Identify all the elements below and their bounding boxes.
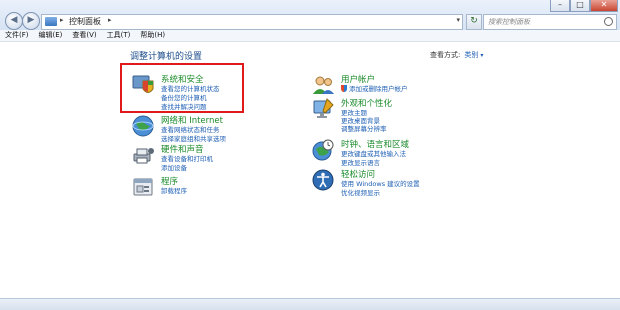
forward-button[interactable]: ▶ <box>22 12 40 30</box>
view-by: 查看方式: 类别 ▾ <box>430 50 483 60</box>
menu-tools[interactable]: 工具(T) <box>102 30 136 41</box>
menu-file[interactable]: 文件(F) <box>0 30 34 41</box>
network-internet-icon <box>132 115 154 137</box>
control-panel-icon <box>45 17 57 26</box>
search-icon[interactable] <box>604 17 613 26</box>
uac-shield-icon <box>341 85 347 92</box>
hardware-sound-icon <box>133 148 154 164</box>
search-placeholder: 搜索控制面板 <box>488 18 530 26</box>
view-by-caret-icon[interactable]: ▾ <box>480 52 483 59</box>
category-programs: 程序 卸载程序 <box>131 175 291 199</box>
link-adjust-resolution[interactable]: 调整屏幕分辨率 <box>341 123 387 133</box>
menu-help[interactable]: 帮助(H) <box>135 30 170 41</box>
main-content: 调整计算机的设置 查看方式: 类别 ▾ 系统和安全 查看您的计算机状态 备份您的计算… <box>0 42 620 298</box>
breadcrumb-separator[interactable]: ▸ <box>60 16 64 24</box>
maximize-button[interactable]: □ <box>570 0 590 12</box>
minimize-button[interactable]: – <box>550 0 570 12</box>
menu-edit[interactable]: 编辑(E) <box>34 30 68 41</box>
view-by-label: 查看方式: <box>430 51 461 59</box>
menu-bar: 文件(F) 编辑(E) 查看(V) 工具(T) 帮助(H) <box>0 30 620 42</box>
address-dropdown-icon[interactable]: ▾ <box>456 16 460 24</box>
window-controls: – □ ✕ <box>550 0 618 12</box>
address-bar[interactable]: ▸ 控制面板 ▸ ▾ <box>41 14 463 30</box>
link-uninstall-program[interactable]: 卸载程序 <box>161 185 187 195</box>
highlight-annotation-box <box>120 63 244 113</box>
category-network-internet: 网络和 Internet 查看网络状态和任务 选择家庭组和共享选项 <box>131 114 291 144</box>
programs-icon <box>133 178 153 196</box>
category-appearance: 外观和个性化 更改主题 更改桌面背景 调整屏幕分辨率 <box>311 97 481 133</box>
page-title: 调整计算机的设置 <box>130 52 203 62</box>
breadcrumb-control-panel[interactable]: 控制面板 <box>69 16 101 27</box>
category-ease-of-access: 轻松访问 使用 Windows 建议的设置 优化视频显示 <box>311 168 481 198</box>
clock-language-icon <box>312 139 334 161</box>
user-accounts-icon <box>313 76 334 94</box>
category-hardware-sound: 硬件和声音 查看设备和打印机 添加设备 <box>131 143 291 173</box>
link-add-remove-user[interactable]: 添加或删除用户帐户 <box>341 83 408 93</box>
link-add-remove-user-label[interactable]: 添加或删除用户帐户 <box>349 85 408 93</box>
breadcrumb-separator[interactable]: ▸ <box>108 16 112 24</box>
control-panel-window: – □ ✕ ◀ ▶ ▸ 控制面板 ▸ ▾ ↻ 搜索控制面板 文件(F) 编辑(E… <box>0 0 620 310</box>
search-box[interactable]: 搜索控制面板 <box>483 14 617 30</box>
refresh-button[interactable]: ↻ <box>466 14 482 30</box>
back-button[interactable]: ◀ <box>5 12 23 30</box>
view-by-dropdown[interactable]: 类别 <box>464 51 478 59</box>
link-add-device[interactable]: 添加设备 <box>161 162 187 172</box>
status-bar <box>0 298 620 310</box>
link-homegroup-sharing[interactable]: 选择家庭组和共享选项 <box>161 133 226 143</box>
appearance-icon <box>313 98 334 118</box>
menu-view[interactable]: 查看(V) <box>67 30 101 41</box>
category-clock-language: 时钟、语言和区域 更改键盘或其他输入法 更改显示语言 <box>311 138 481 168</box>
link-optimize-visual-display[interactable]: 优化视频显示 <box>341 187 380 197</box>
close-button[interactable]: ✕ <box>590 0 618 12</box>
category-user-accounts: 用户帐户 添加或删除用户帐户 <box>311 73 481 97</box>
link-change-display-language[interactable]: 更改显示语言 <box>341 157 380 167</box>
ease-of-access-icon <box>312 169 334 191</box>
title-bar: – □ ✕ ◀ ▶ ▸ 控制面板 ▸ ▾ ↻ 搜索控制面板 <box>0 0 620 31</box>
